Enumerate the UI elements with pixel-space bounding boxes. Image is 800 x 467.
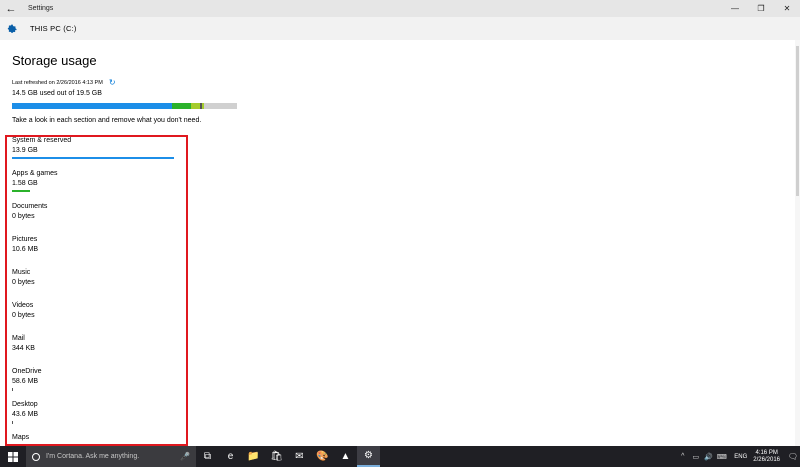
page-title: Storage usage bbox=[12, 53, 97, 68]
close-button[interactable]: ✕ bbox=[774, 0, 800, 17]
keyboard-icon[interactable]: ⌨ bbox=[715, 453, 728, 461]
usage-bar bbox=[12, 103, 237, 109]
clock-date: 2/26/2016 bbox=[753, 456, 780, 463]
notifications-icon[interactable]: 🗨 bbox=[786, 452, 800, 461]
refresh-line: Last refreshed on 2/26/2016 4:13 PM ↻ bbox=[12, 79, 116, 87]
windows-logo-icon bbox=[8, 451, 18, 462]
usage-segment bbox=[12, 103, 173, 109]
microphone-icon[interactable]: 🎤 bbox=[180, 452, 190, 461]
edge-icon[interactable]: e bbox=[219, 446, 242, 467]
window-title: Settings bbox=[28, 5, 54, 12]
system-tray: ^ ▭ 🔊 ⌨ ENG 4:16 PM 2/26/2016 🗨 bbox=[676, 446, 800, 467]
maximize-button[interactable]: ❐ bbox=[748, 0, 774, 17]
store-icon[interactable]: 🛍 bbox=[265, 446, 288, 467]
paint-icon[interactable]: 🎨 bbox=[311, 446, 334, 467]
highlight-box bbox=[5, 135, 188, 446]
usage-segment bbox=[201, 103, 205, 109]
language-indicator[interactable]: ENG bbox=[734, 454, 747, 460]
file-explorer-icon[interactable]: 📁 bbox=[242, 446, 265, 467]
clock-time: 4:16 PM bbox=[755, 449, 778, 456]
drive-title: THIS PC (C:) bbox=[30, 24, 77, 33]
photo-app-icon[interactable]: ▲ bbox=[334, 446, 357, 467]
network-icon[interactable]: ▭ bbox=[689, 453, 702, 461]
refresh-icon[interactable]: ↻ bbox=[109, 79, 116, 87]
title-bar: ← Settings — ❐ ✕ bbox=[0, 0, 800, 17]
cortana-icon bbox=[32, 452, 40, 461]
usage-segment bbox=[190, 103, 200, 109]
last-refreshed-text: Last refreshed on 2/26/2016 4:13 PM bbox=[12, 80, 103, 86]
task-view-icon[interactable]: ⧉ bbox=[196, 446, 219, 467]
cortana-search-box[interactable]: I'm Cortana. Ask me anything. 🎤 bbox=[26, 446, 196, 467]
start-button[interactable] bbox=[0, 446, 26, 467]
hint-text: Take a look in each section and remove w… bbox=[12, 117, 202, 124]
mail-icon[interactable]: ✉ bbox=[288, 446, 311, 467]
scrollbar[interactable] bbox=[795, 40, 800, 446]
volume-icon[interactable]: 🔊 bbox=[702, 453, 715, 461]
chevron-up-icon[interactable]: ^ bbox=[676, 453, 689, 460]
cortana-placeholder: I'm Cortana. Ask me anything. bbox=[46, 453, 140, 460]
taskbar-apps: ⧉ e 📁 🛍 ✉ 🎨 ▲ ⚙ bbox=[196, 446, 380, 467]
taskbar: I'm Cortana. Ask me anything. 🎤 ⧉ e 📁 🛍 ✉ 🎨 ▲ ⚙… bbox=[0, 446, 800, 467]
clock[interactable]: 4:16 PM 2/26/2016 bbox=[753, 450, 780, 464]
window-controls: — ❐ ✕ bbox=[722, 0, 800, 17]
scroll-thumb[interactable] bbox=[796, 46, 799, 196]
used-summary: 14.5 GB used out of 19.5 GB bbox=[12, 90, 102, 97]
page-header: THIS PC (C:) bbox=[0, 17, 800, 40]
gear-icon bbox=[0, 17, 24, 40]
usage-segment bbox=[172, 103, 191, 109]
minimize-button[interactable]: — bbox=[722, 0, 748, 17]
settings-icon[interactable]: ⚙ bbox=[357, 446, 380, 467]
back-button[interactable]: ← bbox=[0, 0, 22, 17]
